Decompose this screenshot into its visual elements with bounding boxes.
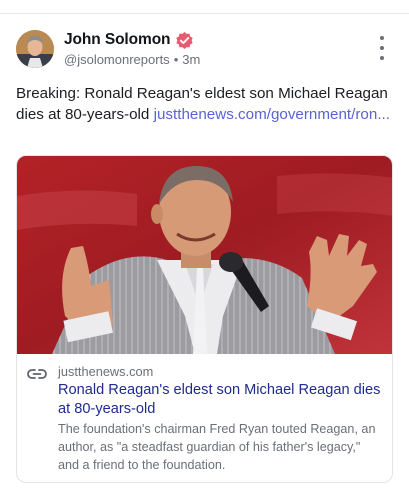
card-description: The foundation's chairman Fred Ryan tout…	[58, 422, 376, 472]
author-avatar[interactable]	[16, 30, 54, 68]
more-vertical-icon[interactable]	[374, 36, 390, 60]
preview-image	[17, 156, 392, 354]
post-timestamp[interactable]: 3m	[182, 52, 200, 67]
link-icon	[27, 369, 47, 379]
meta-separator: •	[173, 52, 179, 67]
author-meta: @jsolomonreports • 3m	[64, 52, 200, 68]
post-body: Breaking: Ronald Reagan's eldest son Mic…	[16, 83, 396, 125]
post-link[interactable]: justthenews.com/government/ron...	[154, 106, 390, 123]
avatar-photo	[16, 30, 54, 68]
author-name[interactable]: John Solomon	[64, 31, 171, 49]
verified-badge-icon	[176, 31, 194, 49]
link-preview-card[interactable]: justthenews.com Ronald Reagan's eldest s…	[16, 155, 393, 483]
top-divider	[0, 13, 409, 14]
card-headline[interactable]: Ronald Reagan's eldest son Michael Reaga…	[58, 381, 384, 419]
author-handle[interactable]: @jsolomonreports	[64, 52, 170, 67]
card-domain: justthenews.com	[58, 364, 154, 379]
